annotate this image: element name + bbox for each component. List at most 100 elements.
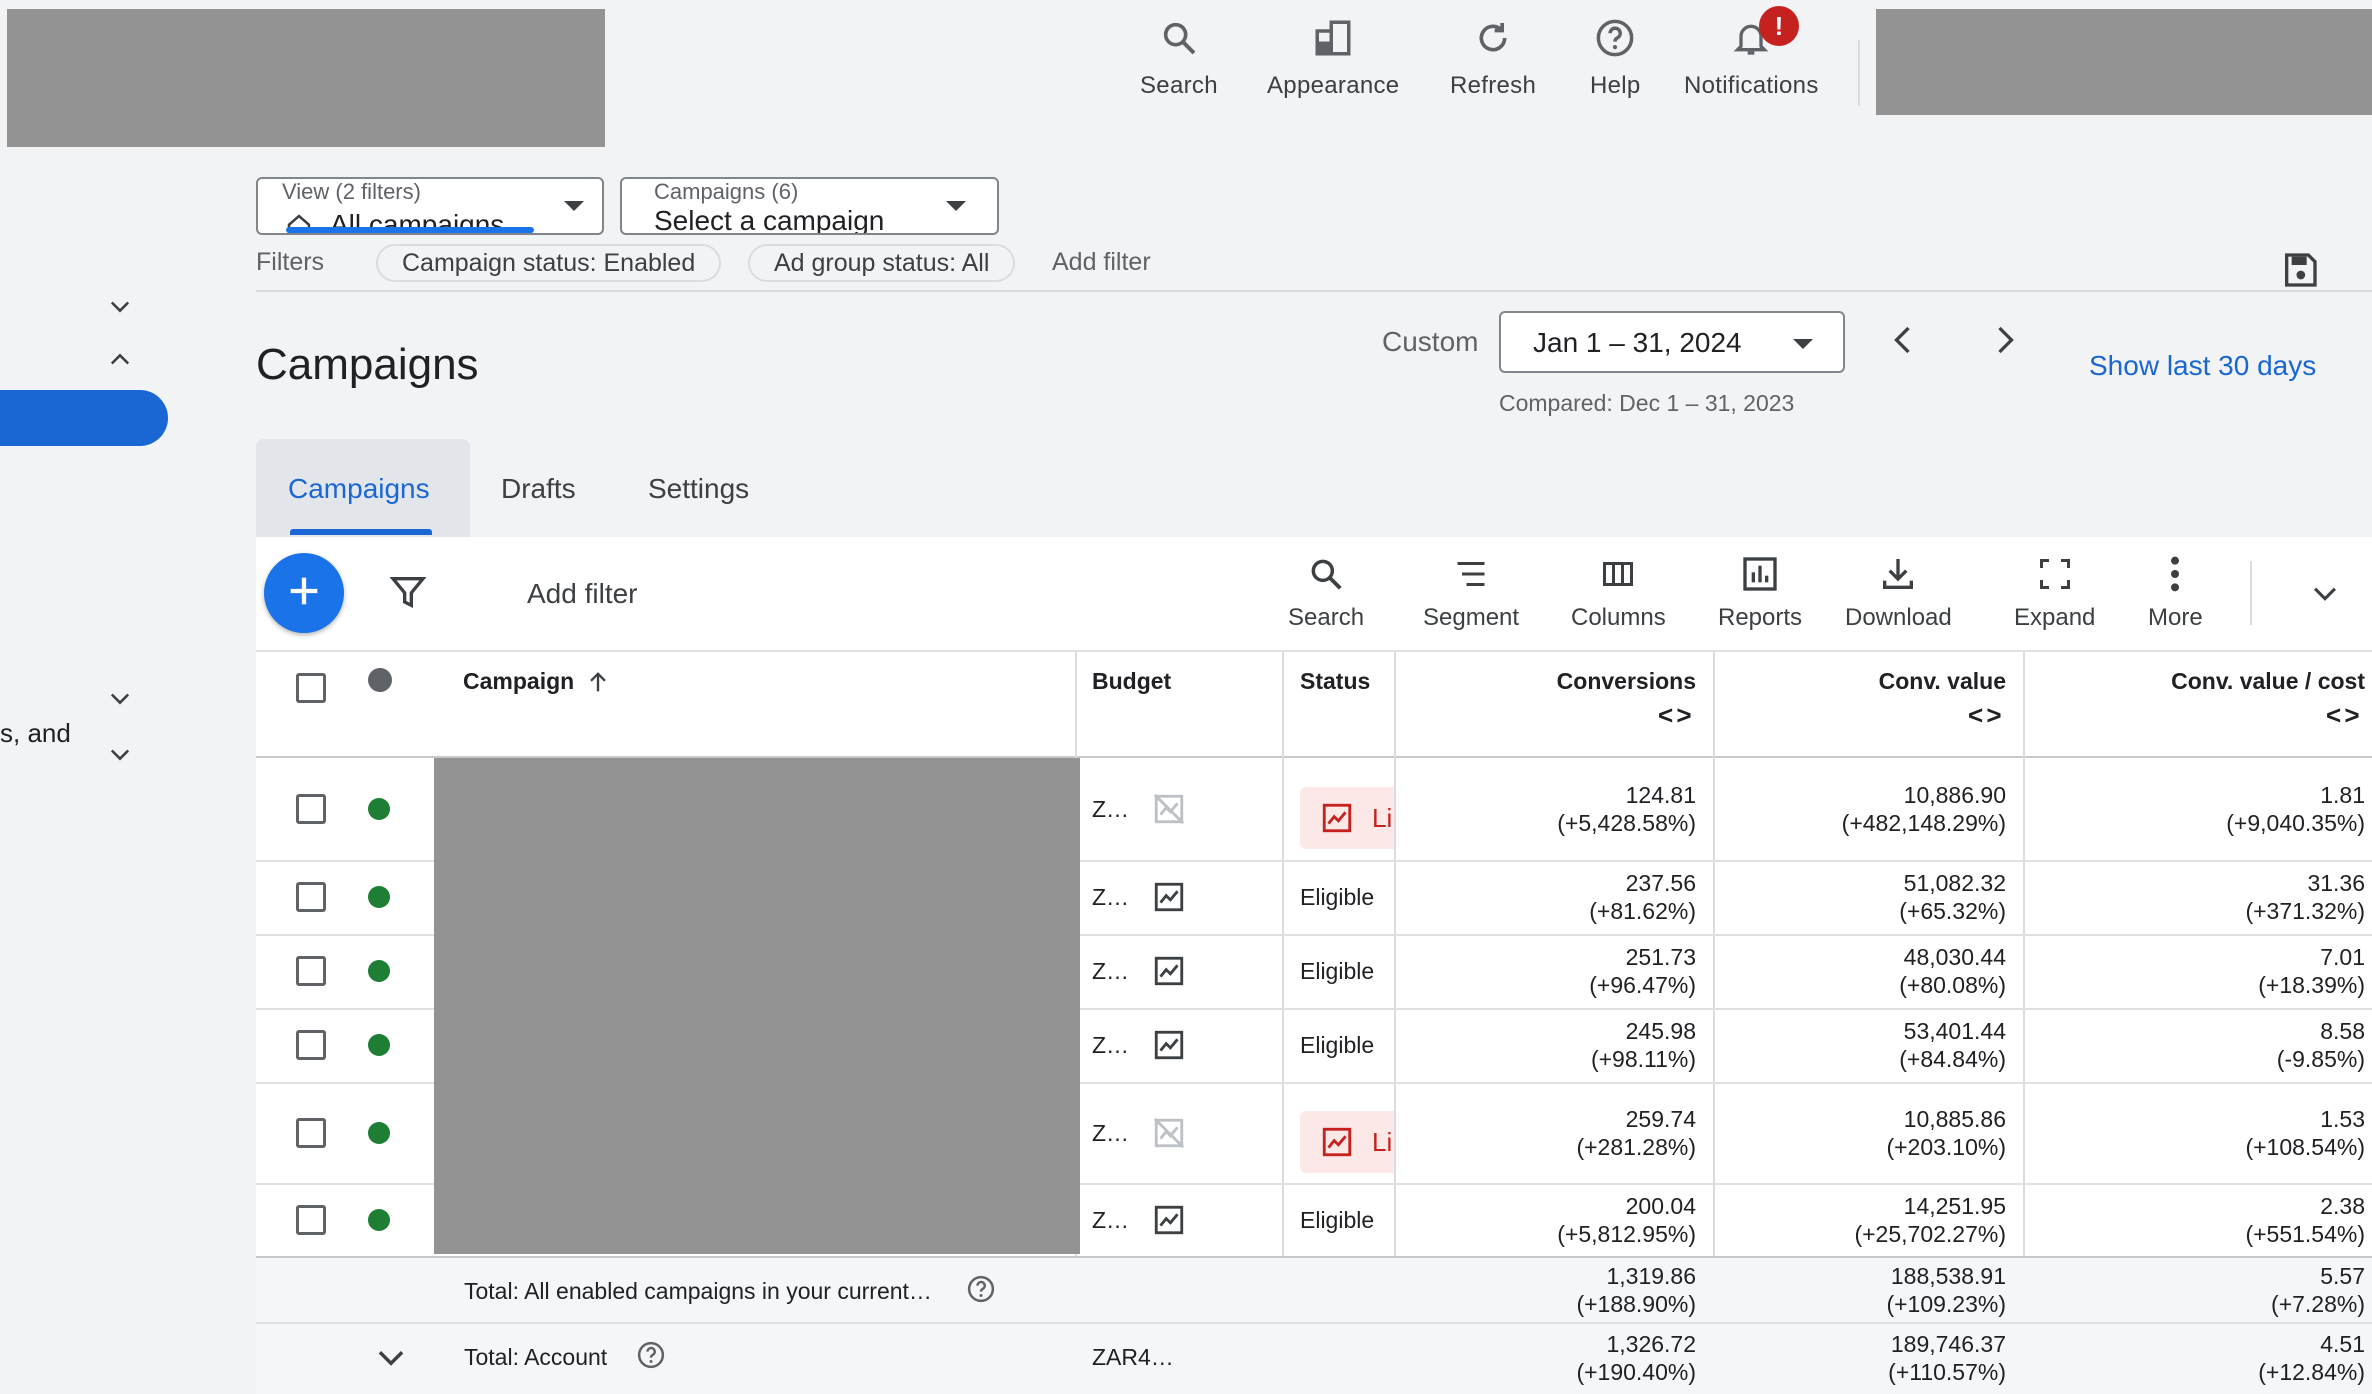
chart-icon[interactable] <box>1152 1203 1186 1242</box>
total-account-conv-cost-change: (+12.84%) <box>2258 1359 2365 1385</box>
row-budget[interactable]: Z… <box>1092 1207 1129 1234</box>
date-range-dropdown[interactable]: Jan 1 – 31, 2024 <box>1499 311 1845 373</box>
total-account-conv-cost: 4.51 (+12.84%) <box>2258 1330 2365 1386</box>
total-account-conversions-value: 1,326.72 <box>1606 1331 1696 1357</box>
sidebar-chevron-down-icon[interactable] <box>106 684 134 717</box>
sidebar-chevron-up-icon[interactable] <box>106 346 134 379</box>
more-button[interactable]: More <box>2148 552 2203 632</box>
expand-button[interactable]: Expand <box>2014 552 2095 632</box>
appearance-button[interactable]: Appearance <box>1267 14 1399 100</box>
segment-icon <box>1451 552 1491 596</box>
row-checkbox[interactable] <box>296 956 326 986</box>
filter-icon[interactable] <box>388 572 428 617</box>
next-period-icon[interactable] <box>1986 320 2022 365</box>
view-filter-dropdown[interactable]: View (2 filters) All campaigns <box>256 177 604 235</box>
save-icon[interactable] <box>2280 250 2320 295</box>
chart-icon[interactable] <box>1152 1028 1186 1067</box>
limited-chart-icon <box>1320 1125 1354 1164</box>
tab-settings[interactable]: Settings <box>648 473 749 505</box>
row-checkbox[interactable] <box>296 1030 326 1060</box>
select-all-checkbox[interactable] <box>296 673 326 703</box>
row-checkbox[interactable] <box>296 794 326 824</box>
row-conv-cost-value: 31.36 <box>2307 870 2365 896</box>
status-limited-badge[interactable]: Li <box>1300 787 1394 849</box>
header-conversions[interactable]: Conversions <box>1557 668 1696 695</box>
segment-button[interactable]: Segment <box>1423 552 1519 632</box>
tab-campaigns-label: Campaigns <box>288 473 430 504</box>
compare-icon[interactable]: < > <box>2326 700 2360 731</box>
plus-icon <box>284 571 324 616</box>
header-budget[interactable]: Budget <box>1092 668 1171 695</box>
row-conversions: 259.74 (+281.28%) <box>1576 1105 1696 1161</box>
status-enabled-dot <box>368 798 390 820</box>
header-campaign[interactable]: Campaign <box>463 668 574 695</box>
compare-icon[interactable]: < > <box>1968 700 2002 731</box>
sidebar-chevron-down-icon[interactable] <box>106 740 134 773</box>
chart-off-icon[interactable] <box>1152 792 1186 831</box>
status-limited-badge[interactable]: Li <box>1300 1111 1394 1173</box>
download-button[interactable]: Download <box>1845 552 1952 632</box>
download-icon <box>1878 552 1918 596</box>
header-conv-value-cost[interactable]: Conv. value / cost <box>2171 668 2365 695</box>
redacted-account-area <box>1876 9 2372 115</box>
sidebar-chevron-down-icon[interactable] <box>106 292 134 325</box>
chart-off-icon[interactable] <box>1152 1116 1186 1155</box>
row-checkbox[interactable] <box>296 882 326 912</box>
compare-icon[interactable]: < > <box>1658 700 1692 731</box>
row-budget[interactable]: Z… <box>1092 1120 1129 1147</box>
row-status[interactable]: Eligible <box>1300 884 1374 911</box>
header-conv-value[interactable]: Conv. value <box>1879 668 2006 695</box>
row-budget[interactable]: Z… <box>1092 1032 1129 1059</box>
filter-chip-campaign-status[interactable]: Campaign status: Enabled <box>376 244 722 282</box>
tab-drafts[interactable]: Drafts <box>501 473 576 505</box>
row-status[interactable]: Eligible <box>1300 958 1374 985</box>
help-icon[interactable] <box>966 1274 996 1309</box>
row-conv-value: 14,251.95 (+25,702.27%) <box>1854 1192 2006 1248</box>
tab-campaigns[interactable]: Campaigns <box>256 439 470 537</box>
row-checkbox[interactable] <box>296 1118 326 1148</box>
expand-total-icon[interactable] <box>372 1338 410 1381</box>
sort-ascending-icon[interactable] <box>584 668 612 701</box>
row-status[interactable]: Eligible <box>1300 1032 1374 1059</box>
filter-chip-ad-group-status[interactable]: Ad group status: All <box>748 244 1016 282</box>
previous-period-icon[interactable] <box>1886 320 1922 365</box>
row-conv-value-value: 10,886.90 <box>1903 782 2006 808</box>
add-campaign-button[interactable] <box>264 553 344 633</box>
row-conv-value-value: 53,401.44 <box>1903 1018 2006 1044</box>
row-conv-cost: 31.36 (+371.32%) <box>2245 869 2365 925</box>
row-conv-value-change: (+25,702.27%) <box>1854 1221 2006 1247</box>
chart-icon[interactable] <box>1152 954 1186 993</box>
table-search-label: Search <box>1288 604 1365 631</box>
help-icon[interactable] <box>636 1340 666 1375</box>
chart-icon[interactable] <box>1152 880 1186 919</box>
collapse-toolbar-icon[interactable] <box>2308 576 2342 615</box>
row-conversions-value: 259.74 <box>1625 1106 1696 1132</box>
row-budget[interactable]: Z… <box>1092 796 1129 823</box>
add-filter-link[interactable]: Add filter <box>1052 248 1151 277</box>
reports-button[interactable]: Reports <box>1718 552 1802 632</box>
campaign-select-dropdown[interactable]: Campaigns (6) Select a campaign <box>620 177 999 235</box>
sidebar-partial-text[interactable]: s, and <box>0 718 71 749</box>
campaign-select-label: Campaigns (6) <box>654 179 799 204</box>
help-icon <box>1591 14 1639 62</box>
status-enabled-dot <box>368 1122 390 1144</box>
redacted-logo-area <box>7 9 605 147</box>
row-budget[interactable]: Z… <box>1092 958 1129 985</box>
show-last-30-days-link[interactable]: Show last 30 days <box>2089 350 2316 382</box>
row-conv-value-value: 48,030.44 <box>1903 944 2006 970</box>
status-enabled-dot <box>368 1209 390 1231</box>
row-checkbox[interactable] <box>296 1205 326 1235</box>
total-account-conversions-change: (+190.40%) <box>1576 1359 1696 1385</box>
columns-button[interactable]: Columns <box>1571 552 1666 632</box>
row-budget[interactable]: Z… <box>1092 884 1129 911</box>
table-search-button[interactable]: Search <box>1288 552 1364 632</box>
table-add-filter[interactable]: Add filter <box>527 578 638 610</box>
row-status[interactable]: Eligible <box>1300 1207 1374 1234</box>
header-status[interactable]: Status <box>1300 668 1370 695</box>
sidebar-active-item[interactable] <box>0 390 168 446</box>
row-conversions-change: (+98.11%) <box>1590 1046 1696 1072</box>
refresh-button[interactable]: Refresh <box>1450 14 1536 100</box>
custom-label: Custom <box>1382 326 1479 357</box>
search-top-button[interactable]: Search <box>1140 14 1218 100</box>
help-button[interactable]: Help <box>1590 14 1641 100</box>
